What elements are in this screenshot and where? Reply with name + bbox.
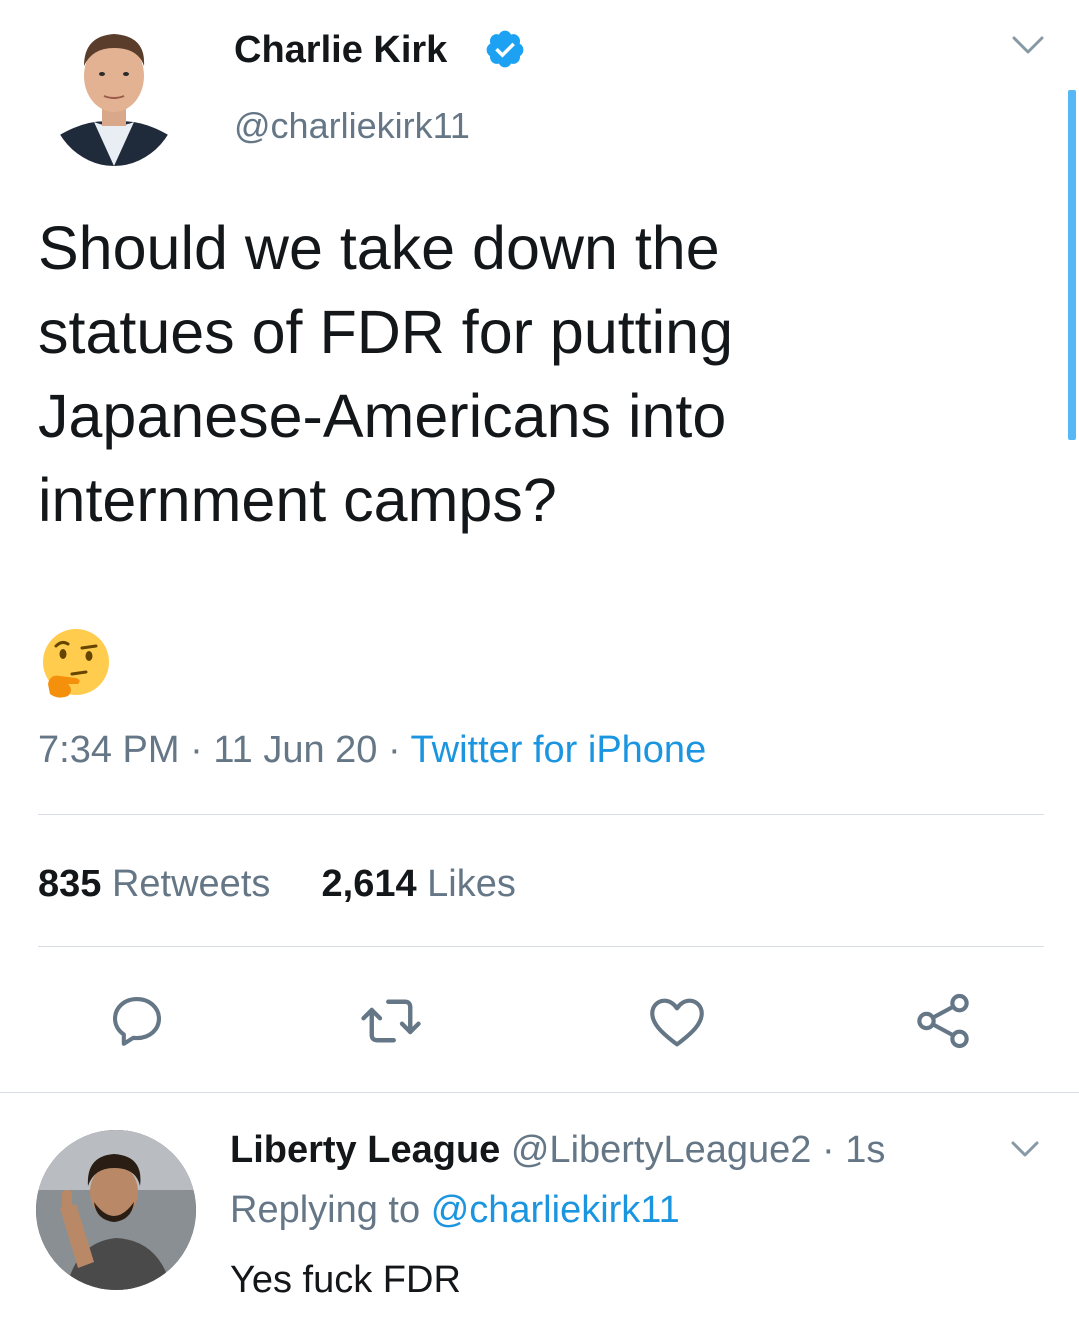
retweets-label: Retweets <box>111 863 271 905</box>
retweets-count: 835 <box>38 863 102 905</box>
author-name[interactable]: Charlie Kirk <box>234 26 447 74</box>
share-icon <box>917 993 969 1049</box>
reply-text: Yes fuck FDR <box>230 1259 461 1301</box>
share-button[interactable] <box>908 986 978 1056</box>
tweet-stats: 835 Retweets 2,614 Likes <box>38 860 516 908</box>
divider <box>38 946 1044 947</box>
divider <box>38 814 1044 815</box>
reply-author-avatar[interactable] <box>36 1130 196 1290</box>
replying-to-label: Replying to <box>230 1189 421 1231</box>
reply-author-photo <box>36 1130 196 1290</box>
reply-author-handle[interactable]: @LibertyLeague2 <box>511 1129 812 1171</box>
scrollbar[interactable] <box>1068 90 1076 440</box>
tweet-source-link[interactable]: Twitter for iPhone <box>411 729 707 771</box>
reply-header: Liberty League @LibertyLeague2 · 1s <box>230 1126 885 1174</box>
chevron-down-icon[interactable] <box>1008 30 1048 60</box>
tweet-text: Should we take down the statues of FDR f… <box>38 206 1038 542</box>
meta-separator: · <box>387 729 401 771</box>
likes-label: Likes <box>427 863 516 905</box>
meta-separator: · <box>190 729 203 771</box>
reply-author-name[interactable]: Liberty League <box>230 1129 500 1171</box>
likes-count: 2,614 <box>321 863 417 905</box>
thinking-face-icon <box>38 626 114 702</box>
tweet-text-line: Should we take down the <box>38 214 720 282</box>
author-handle[interactable]: @charliekirk11 <box>234 104 470 148</box>
tweet-text-line: statues of FDR for putting <box>38 298 734 366</box>
like-icon <box>650 998 704 1047</box>
tweet-time: 7:34 PM <box>38 729 180 771</box>
tweet-date: 11 Jun 20 <box>213 729 378 771</box>
tweet-text-line: Japanese-Americans into <box>38 382 727 450</box>
retweet-button[interactable] <box>356 986 426 1056</box>
reply-icon <box>112 996 162 1046</box>
tweet-meta: 7:34 PM · 11 Jun 20 · Twitter for iPhone <box>38 726 706 774</box>
replying-to: Replying to @charliekirk11 <box>230 1186 680 1234</box>
likes-stat[interactable]: 2,614 Likes <box>311 863 516 905</box>
retweet-icon <box>361 999 421 1043</box>
reply-time: 1s <box>845 1129 886 1171</box>
like-button[interactable] <box>642 986 712 1056</box>
reply-button[interactable] <box>102 986 172 1056</box>
retweets-stat[interactable]: 835 Retweets <box>38 863 281 905</box>
divider <box>0 1092 1079 1093</box>
author-avatar[interactable] <box>48 18 180 166</box>
chevron-down-icon[interactable] <box>1008 1136 1042 1162</box>
tweet-text-line: internment camps? <box>38 466 557 534</box>
replying-to-mention[interactable]: @charliekirk11 <box>431 1189 680 1231</box>
author-photo <box>48 34 180 166</box>
meta-separator: · <box>822 1129 835 1171</box>
verified-badge-icon <box>484 28 526 70</box>
